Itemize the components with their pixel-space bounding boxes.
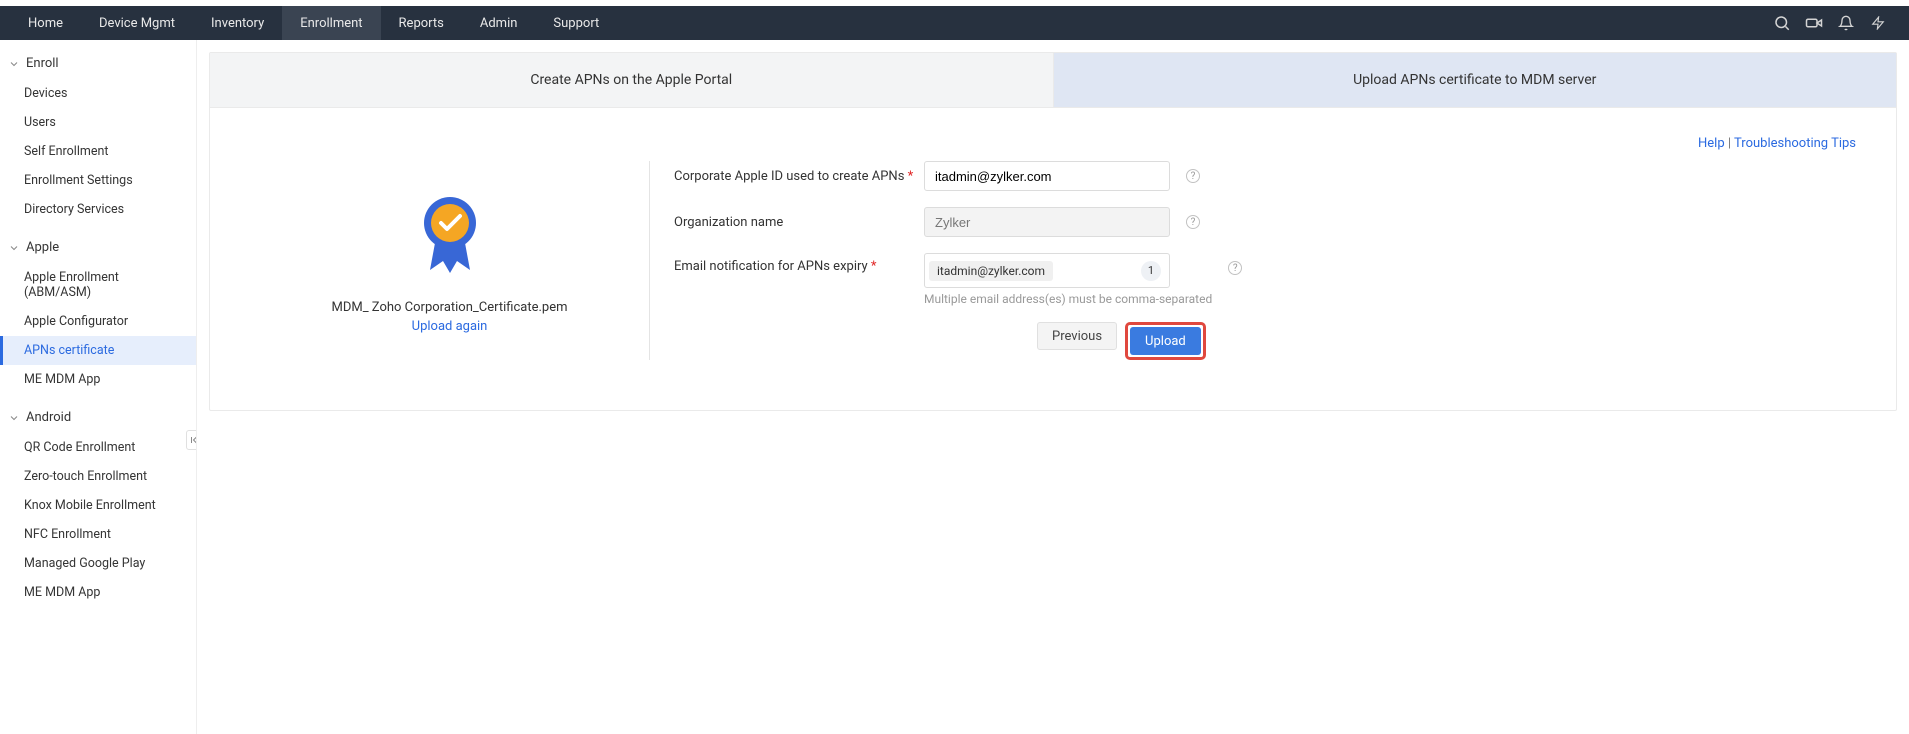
field-wrap: itadmin@zylker.com 1 Multiple email addr…	[924, 253, 1212, 306]
upload-again-link[interactable]: Upload again	[412, 319, 488, 334]
nav-enrollment[interactable]: Enrollment	[282, 6, 380, 40]
sidebar-item-self-enrollment[interactable]: Self Enrollment	[0, 137, 196, 166]
label-text: Email notification for APNs expiry	[674, 259, 868, 274]
certificate-status-column: MDM_ Zoho Corporation_Certificate.pem Up…	[250, 161, 650, 360]
nav-inventory[interactable]: Inventory	[193, 6, 282, 40]
sidebar-item-knox[interactable]: Knox Mobile Enrollment	[0, 491, 196, 520]
sidebar-group-android[interactable]: Android	[0, 402, 196, 433]
label-apple-id: Corporate Apple ID used to create APNs *	[674, 169, 924, 184]
row-email-notify: Email notification for APNs expiry * ita…	[674, 253, 1856, 306]
sidebar-group-enroll[interactable]: Enroll	[0, 48, 196, 79]
chevron-down-icon	[8, 58, 20, 70]
form-column: Corporate Apple ID used to create APNs *…	[650, 161, 1856, 360]
topnav-left: Home Device Mgmt Inventory Enrollment Re…	[10, 6, 617, 40]
sidebar-group-apple[interactable]: Apple	[0, 232, 196, 263]
help-links-row: Help | Troubleshooting Tips	[250, 136, 1856, 151]
lightning-icon[interactable]	[1869, 14, 1887, 32]
sidebar-item-directory-services[interactable]: Directory Services	[0, 195, 196, 224]
sidebar-item-apple-configurator[interactable]: Apple Configurator	[0, 307, 196, 336]
sidebar-item-managed-google-play[interactable]: Managed Google Play	[0, 549, 196, 578]
sidebar-item-me-mdm-app-android[interactable]: ME MDM App	[0, 578, 196, 607]
org-name-input	[924, 207, 1170, 237]
video-icon[interactable]	[1805, 14, 1823, 32]
sidebar-item-qr-code[interactable]: QR Code Enrollment	[0, 433, 196, 462]
button-row: Previous Upload	[674, 322, 1856, 360]
sidebar-item-zero-touch[interactable]: Zero-touch Enrollment	[0, 462, 196, 491]
nav-support[interactable]: Support	[535, 6, 617, 40]
nav-admin[interactable]: Admin	[462, 6, 536, 40]
step-tab-upload-apns[interactable]: Upload APNs certificate to MDM server	[1054, 53, 1897, 108]
certificate-badge-icon	[410, 188, 490, 282]
sidebar-group-label: Android	[26, 410, 71, 425]
apple-id-input[interactable]	[924, 161, 1170, 191]
content-split: MDM_ Zoho Corporation_Certificate.pem Up…	[250, 161, 1856, 360]
topnav-right	[1773, 14, 1899, 32]
chevron-down-icon	[8, 412, 20, 424]
nav-home[interactable]: Home	[10, 6, 81, 40]
step-tabs: Create APNs on the Apple Portal Upload A…	[210, 53, 1896, 108]
apns-panel: Create APNs on the Apple Portal Upload A…	[209, 52, 1897, 411]
bell-icon[interactable]	[1837, 14, 1855, 32]
sidebar-item-nfc[interactable]: NFC Enrollment	[0, 520, 196, 549]
main-content: Create APNs on the Apple Portal Upload A…	[197, 40, 1909, 734]
email-tag[interactable]: itadmin@zylker.com	[929, 261, 1053, 281]
sidebar-group-label: Enroll	[26, 56, 59, 71]
field-wrap	[924, 161, 1170, 191]
collapse-sidebar-button[interactable]	[186, 430, 197, 450]
step-tab-create-apns[interactable]: Create APNs on the Apple Portal	[210, 53, 1054, 108]
top-navigation: Home Device Mgmt Inventory Enrollment Re…	[0, 6, 1909, 40]
label-org-name: Organization name	[674, 215, 924, 230]
email-note: Multiple email address(es) must be comma…	[924, 292, 1212, 306]
field-wrap	[924, 207, 1170, 237]
sidebar: Enroll Devices Users Self Enrollment Enr…	[0, 40, 197, 734]
nav-reports[interactable]: Reports	[381, 6, 462, 40]
sidebar-item-enrollment-settings[interactable]: Enrollment Settings	[0, 166, 196, 195]
label-text: Corporate Apple ID used to create APNs	[674, 169, 904, 184]
troubleshooting-link[interactable]: Troubleshooting Tips	[1734, 136, 1856, 151]
required-marker: *	[908, 169, 914, 184]
sidebar-group-label: Apple	[26, 240, 59, 255]
sidebar-item-me-mdm-app-apple[interactable]: ME MDM App	[0, 365, 196, 394]
help-link[interactable]: Help	[1698, 136, 1725, 151]
search-icon[interactable]	[1773, 14, 1791, 32]
email-notification-input[interactable]: itadmin@zylker.com 1	[924, 253, 1170, 288]
row-org-name: Organization name ?	[674, 207, 1856, 237]
help-icon[interactable]: ?	[1186, 169, 1200, 183]
help-icon[interactable]: ?	[1228, 261, 1242, 275]
label-email-notify: Email notification for APNs expiry *	[674, 253, 924, 274]
certificate-filename: MDM_ Zoho Corporation_Certificate.pem	[331, 300, 567, 315]
sidebar-item-apple-enrollment[interactable]: Apple Enrollment (ABM/ASM)	[0, 263, 196, 307]
nav-device-mgmt[interactable]: Device Mgmt	[81, 6, 193, 40]
sidebar-item-users[interactable]: Users	[0, 108, 196, 137]
chevron-down-icon	[8, 242, 20, 254]
previous-button[interactable]: Previous	[1037, 322, 1117, 350]
upload-button-highlight: Upload	[1125, 322, 1206, 360]
sidebar-item-devices[interactable]: Devices	[0, 79, 196, 108]
help-icon[interactable]: ?	[1186, 215, 1200, 229]
email-count-badge: 1	[1141, 261, 1161, 281]
sidebar-item-apns-certificate[interactable]: APNs certificate	[0, 336, 196, 365]
required-marker: *	[871, 259, 877, 274]
panel-body: Help | Troubleshooting Tips	[210, 108, 1896, 410]
row-apple-id: Corporate Apple ID used to create APNs *…	[674, 161, 1856, 191]
upload-button[interactable]: Upload	[1130, 327, 1201, 355]
